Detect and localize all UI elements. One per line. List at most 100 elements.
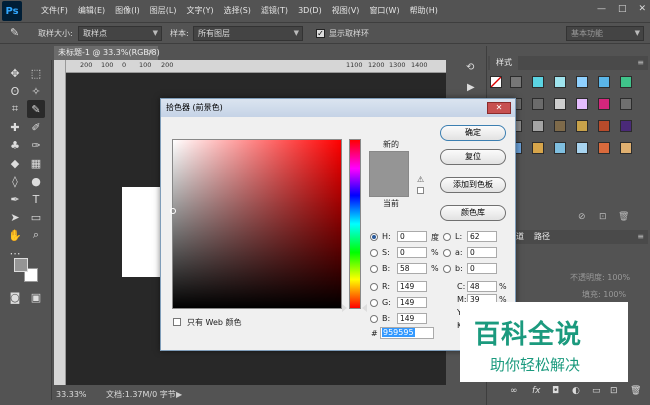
pen-tool-icon[interactable]: ✒ [6, 190, 24, 208]
menu-view[interactable]: 视图(V) [327, 0, 365, 22]
zoom-level[interactable]: 33.33% [56, 388, 87, 402]
style-swatch[interactable] [532, 142, 544, 154]
a-input[interactable]: 0 [467, 247, 497, 258]
sample-size-dropdown[interactable]: 取样点 ▼ [78, 26, 162, 41]
dialog-close-button[interactable]: ✕ [487, 102, 511, 114]
show-ring-checkbox[interactable]: ✓ [316, 29, 325, 38]
l-input[interactable]: 62 [467, 231, 497, 242]
blue-input[interactable]: 149 [397, 313, 427, 324]
style-swatch[interactable] [576, 142, 588, 154]
l-radio[interactable] [443, 233, 451, 241]
no-entry-icon[interactable]: ⊘ [578, 212, 586, 222]
arrow-right-icon[interactable]: ▶ [176, 388, 182, 402]
style-swatch[interactable] [620, 76, 632, 88]
s-input[interactable]: 0 [397, 247, 427, 258]
type-tool-icon[interactable]: T [27, 190, 45, 208]
color-libraries-button[interactable]: 颜色库 [440, 205, 506, 221]
style-none-swatch[interactable] [490, 76, 502, 88]
menu-filter[interactable]: 滤镜(T) [256, 0, 293, 22]
quick-select-tool-icon[interactable]: ✧ [27, 82, 45, 100]
fill-label[interactable]: 填充: 100% [582, 289, 626, 300]
screen-mode-icon[interactable]: ▣ [27, 288, 45, 306]
reset-button[interactable]: 复位 [440, 149, 506, 165]
menu-help[interactable]: 帮助(H) [405, 0, 443, 22]
b-radio[interactable] [370, 265, 378, 273]
crop-tool-icon[interactable]: ⌗ [6, 100, 24, 118]
menu-file[interactable]: 文件(F) [36, 0, 73, 22]
foreground-color-swatch[interactable] [14, 258, 28, 272]
gradient-tool-icon[interactable]: ▦ [27, 154, 45, 172]
dialog-title-bar[interactable]: 拾色器 (前景色) [161, 99, 515, 117]
web-safe-cube-icon[interactable] [417, 187, 424, 194]
s-radio[interactable] [370, 249, 378, 257]
shape-tool-icon[interactable]: ▭ [27, 208, 45, 226]
adjustment-icon[interactable]: ◐ [572, 386, 580, 396]
sample-dropdown[interactable]: 所有图层 ▼ [193, 26, 303, 41]
workspace-dropdown[interactable]: 基本功能 ▼ [566, 26, 644, 41]
panel-menu-icon[interactable]: ≡ [637, 230, 644, 244]
g-radio[interactable] [370, 299, 378, 307]
style-swatch[interactable] [576, 120, 588, 132]
menu-select[interactable]: 选择(S) [219, 0, 256, 22]
close-icon[interactable]: ✕ [147, 46, 154, 60]
style-swatch[interactable] [620, 98, 632, 110]
style-swatch[interactable] [576, 76, 588, 88]
r-radio[interactable] [370, 283, 378, 291]
marquee-tool-icon[interactable]: ⬚ [27, 64, 45, 82]
style-swatch[interactable] [598, 142, 610, 154]
menu-type[interactable]: 文字(Y) [181, 0, 218, 22]
style-swatch[interactable] [598, 76, 610, 88]
mask-icon[interactable]: ◘ [552, 386, 559, 396]
hue-slider-handle-left[interactable] [342, 304, 347, 312]
zoom-tool-icon[interactable]: ⌕ [27, 226, 45, 244]
document-tab[interactable]: 未标题-1 @ 33.3%(RGB/8) ✕ [54, 46, 160, 60]
lab-b-input[interactable]: 0 [467, 263, 497, 274]
maximize-icon[interactable]: □ [618, 4, 627, 14]
gamut-warning-icon[interactable]: ⚠ [417, 175, 424, 184]
lab-b-radio[interactable] [443, 265, 451, 273]
fx-icon[interactable]: fx [532, 386, 541, 396]
hue-slider-handle-right[interactable] [362, 304, 367, 312]
style-swatch[interactable] [554, 98, 566, 110]
history-icon[interactable]: ⟲ [466, 62, 474, 73]
folder-icon[interactable]: ▭ [592, 386, 601, 396]
style-swatch[interactable] [532, 98, 544, 110]
new-layer-icon[interactable]: ⊡ [610, 386, 618, 396]
lasso-tool-icon[interactable]: ʘ [6, 82, 24, 100]
style-swatch[interactable] [554, 142, 566, 154]
quick-mask-icon[interactable]: ◙ [6, 288, 24, 306]
hex-input[interactable]: 959595 [380, 327, 434, 339]
new-style-icon[interactable]: ⊡ [599, 212, 607, 222]
add-to-swatches-button[interactable]: 添加到色板 [440, 177, 506, 193]
menu-edit[interactable]: 编辑(E) [73, 0, 110, 22]
opacity-label[interactable]: 不透明度: 100% [570, 272, 630, 283]
document-canvas[interactable] [122, 187, 162, 277]
color-field-cursor[interactable] [170, 208, 176, 214]
trash-icon[interactable]: 🗑 [630, 386, 641, 396]
style-swatch[interactable] [532, 120, 544, 132]
actions-play-icon[interactable]: ▶ [467, 82, 475, 93]
style-swatch[interactable] [532, 76, 544, 88]
style-swatch[interactable] [598, 120, 610, 132]
history-brush-icon[interactable]: ✑ [27, 136, 45, 154]
brush-tool-icon[interactable]: ✐ [27, 118, 45, 136]
ok-button[interactable]: 确定 [440, 125, 506, 141]
menu-layer[interactable]: 图层(L) [145, 0, 182, 22]
web-colors-checkbox[interactable] [173, 318, 181, 326]
menu-3d[interactable]: 3D(D) [293, 0, 327, 22]
style-swatch[interactable] [554, 120, 566, 132]
panel-menu-icon[interactable]: ≡ [637, 56, 644, 70]
saturation-brightness-field[interactable] [170, 139, 342, 309]
tab-paths[interactable]: 路径 [534, 230, 550, 244]
r-input[interactable]: 149 [397, 281, 427, 292]
b-input[interactable]: 58 [397, 263, 427, 274]
hand-tool-icon[interactable]: ✋ [6, 226, 24, 244]
style-swatch[interactable] [620, 142, 632, 154]
menu-window[interactable]: 窗口(W) [364, 0, 404, 22]
h-radio[interactable] [370, 233, 378, 241]
dodge-tool-icon[interactable]: ● [27, 172, 45, 190]
close-icon[interactable]: ✕ [638, 4, 646, 14]
menu-image[interactable]: 图像(I) [110, 0, 145, 22]
minimize-icon[interactable]: — [597, 4, 606, 14]
trash-icon[interactable]: 🗑 [618, 212, 629, 222]
